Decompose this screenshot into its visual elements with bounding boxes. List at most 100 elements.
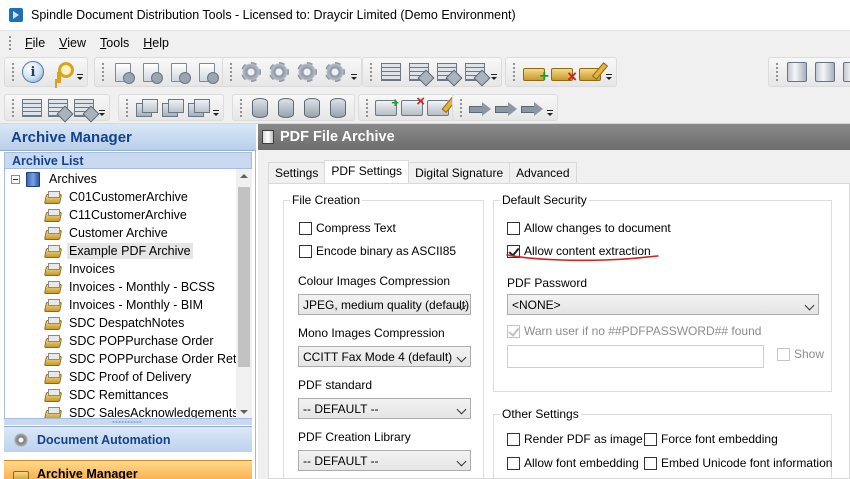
edit-archive-button[interactable] [578,60,602,84]
delete-archive-button[interactable] [550,60,577,87]
tree-item[interactable]: C01CustomerArchive [45,188,190,206]
tree-item[interactable]: SDC Remittances [45,386,170,404]
embed-unicode-checkbox[interactable]: Embed Unicode font information [644,456,832,470]
pdf-password-select[interactable]: <NONE> [507,294,819,315]
tree-item[interactable]: SDC Proof of Delivery [45,368,193,386]
checkbox-box[interactable] [644,432,657,446]
render-pdf-as-image-checkbox[interactable]: Render PDF as image [507,432,643,446]
checkbox-box[interactable] [507,432,520,446]
encode-binary-checkbox[interactable]: Encode binary as ASCII85 [299,244,456,258]
tree-item[interactable]: Invoices - Monthly - BIM [45,296,205,314]
tree-scrollbar[interactable] [236,169,252,419]
grid-move-button[interactable] [463,60,487,84]
toolbar-overflow-button[interactable] [605,60,613,84]
toolbar-overflow-button[interactable] [98,96,106,120]
edit-document-button[interactable] [139,60,163,84]
grid-delete-button[interactable] [407,60,431,84]
database-button[interactable] [249,97,271,119]
checkbox-box[interactable] [507,456,520,470]
pdf-library-select[interactable]: -- DEFAULT -- [298,450,471,471]
nav-document-automation[interactable]: Document Automation [4,426,252,452]
info-button[interactable]: i [21,60,45,84]
server-delete-button[interactable] [841,60,850,84]
arrow-add-button[interactable] [469,97,491,119]
arrow-delete-button[interactable] [495,97,517,119]
add-archive-button[interactable] [522,60,549,86]
compress-text-checkbox[interactable]: Compress Text [299,221,396,235]
tree-item[interactable]: SDC POPPurchase Order Return [45,350,252,368]
tree-item[interactable]: SDC SalesAcknowledgements [45,404,241,419]
database-move-button[interactable] [327,97,349,119]
barcode-button[interactable] [21,97,43,119]
tree-item-selected[interactable]: Example PDF Archive [45,242,193,260]
grid-button[interactable] [379,60,403,84]
checkbox-box[interactable] [507,324,520,338]
tree-item[interactable]: Invoices [45,260,117,278]
tree-item[interactable]: Customer Archive [45,224,170,242]
database-edit-button[interactable] [301,97,323,119]
delete-document-button[interactable] [195,60,219,84]
allow-content-extraction-checkbox[interactable]: Allow content extraction [507,244,651,258]
checkbox-box[interactable] [644,456,657,470]
database-delete-button[interactable] [275,97,297,119]
toolbar-overflow-button[interactable] [490,60,498,84]
scroll-down-icon[interactable] [240,410,248,414]
tree-item[interactable]: Invoices - Monthly - BCSS [45,278,217,296]
checkbox-box[interactable] [507,221,520,235]
scroll-up-icon[interactable] [240,174,248,178]
gear-button[interactable] [239,60,263,84]
warn-user-checkbox[interactable]: Warn user if no ##PDFPASSWORD## found [507,324,761,338]
cube-button[interactable] [135,97,158,119]
toolbar-group-documents [94,57,225,87]
collapse-icon[interactable] [11,174,20,184]
panel-splitter[interactable] [4,418,252,425]
menu-file[interactable]: File [18,34,52,52]
gear-edit-button[interactable] [295,60,319,84]
colour-images-select[interactable]: JPEG, medium quality (default) [298,294,471,315]
arrow-edit-button[interactable] [521,97,543,119]
barcode-delete-button[interactable] [47,97,69,119]
checkbox-box[interactable] [777,347,790,361]
checkbox-box[interactable] [299,244,312,258]
checkbox-box[interactable] [299,221,312,235]
toolbar-overflow-button[interactable] [350,60,358,84]
folder-edit-button[interactable] [427,97,449,119]
server-add-button[interactable] [813,60,837,84]
barcode-edit-button[interactable] [73,97,95,119]
menu-tools[interactable]: Tools [93,34,136,52]
tree-item[interactable]: C11CustomerArchive [45,206,189,224]
toolbar-overflow-button[interactable] [212,96,220,120]
tree-item[interactable]: SDC DespatchNotes [45,314,186,332]
license-key-button[interactable] [49,60,74,84]
grid-edit-button[interactable] [435,60,459,84]
tree-root-archives[interactable]: Archives [11,170,99,188]
gear-add-button[interactable] [267,60,291,84]
mono-images-select[interactable]: CCITT Fax Mode 4 (default) [298,346,471,367]
new-document-button[interactable] [111,60,135,84]
tab-settings[interactable]: Settings [268,162,326,183]
menu-help[interactable]: Help [136,34,176,52]
cube-delete-button[interactable] [161,97,184,119]
force-font-embedding-checkbox[interactable]: Force font embedding [644,432,778,446]
server-button[interactable] [785,60,809,84]
folder-add-button[interactable] [375,95,399,119]
allow-font-embedding-checkbox[interactable]: Allow font embedding [507,456,639,470]
pdf-standard-select[interactable]: -- DEFAULT -- [298,398,471,419]
nav-archive-manager[interactable]: Archive Manager [4,460,252,479]
password-input[interactable] [507,345,764,368]
tree-item[interactable]: SDC POPPurchase Order [45,332,216,350]
allow-changes-checkbox[interactable]: Allow changes to document [507,221,671,235]
tab-digital-signature[interactable]: Digital Signature [408,162,511,183]
toolbar-overflow-button[interactable] [546,96,554,120]
menu-view[interactable]: View [52,34,93,52]
tab-advanced[interactable]: Advanced [509,162,577,183]
checkbox-box[interactable] [507,244,520,258]
copy-document-button[interactable] [167,60,191,84]
scroll-thumb[interactable] [238,187,250,367]
tab-pdf-settings[interactable]: PDF Settings [324,160,410,183]
gear-delete-button[interactable] [323,60,347,84]
toolbar-overflow-button[interactable] [76,60,84,84]
folder-delete-button[interactable] [401,93,425,119]
cube-edit-button[interactable] [187,97,210,119]
show-password-checkbox[interactable]: Show [777,347,824,361]
